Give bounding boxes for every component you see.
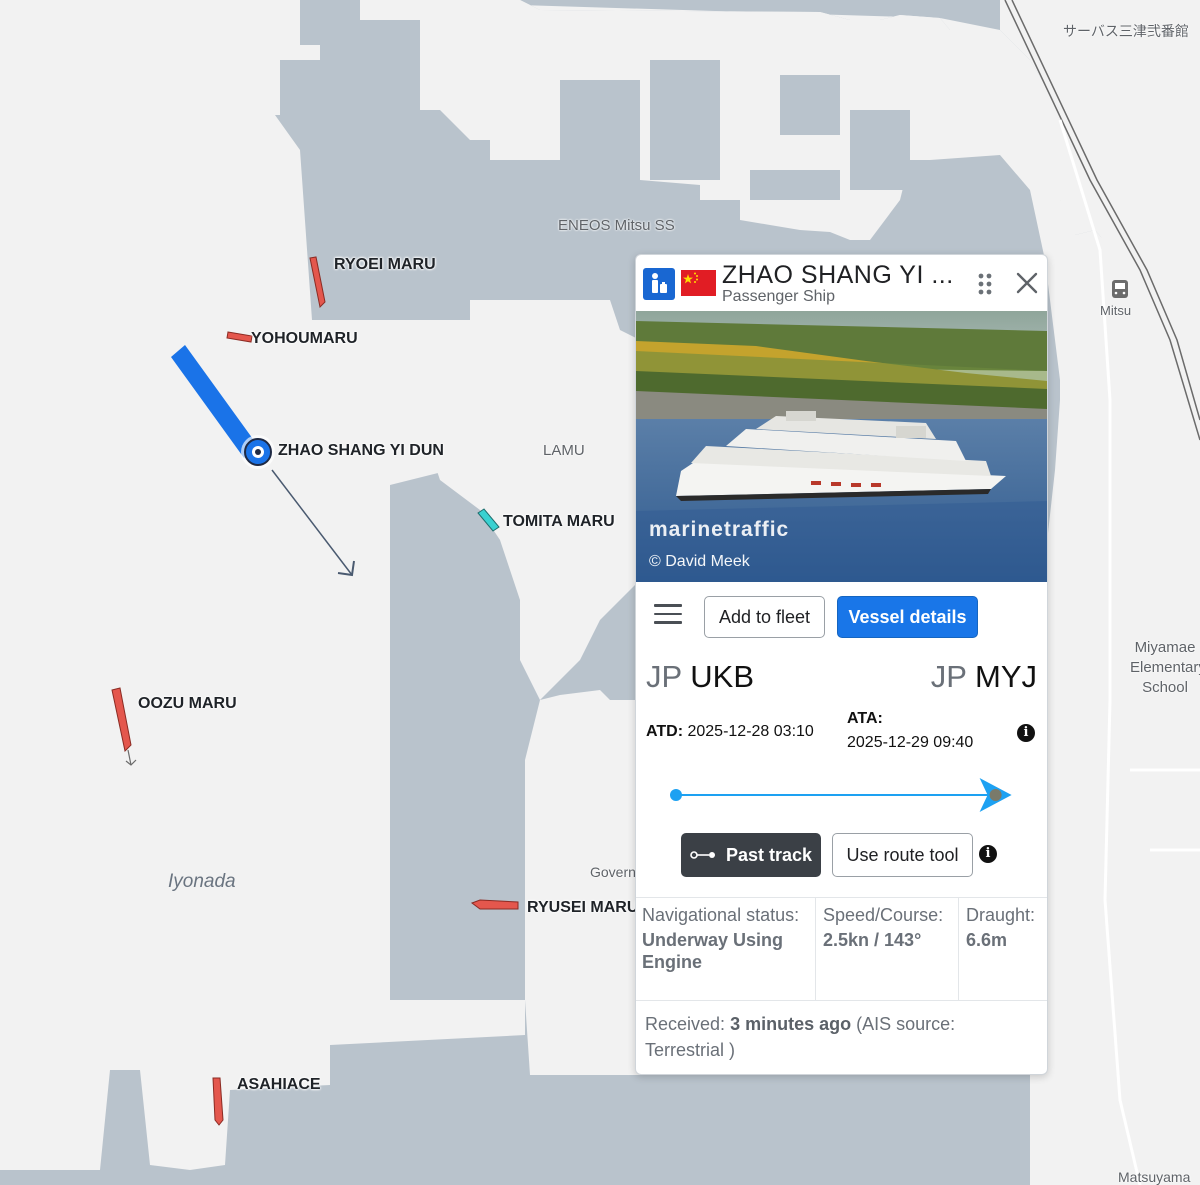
atd-label: ATD: xyxy=(646,723,684,740)
vessel-details-button[interactable]: Vessel details xyxy=(837,596,978,638)
speed-course-value: 2.5kn / 143° xyxy=(823,930,922,950)
popup-header: ZHAO SHANG YI ... Passenger Ship xyxy=(636,255,1047,311)
menu-icon[interactable] xyxy=(654,604,682,626)
ata-row: ATA: 2025-12-29 09:40 xyxy=(847,710,973,752)
place-label-govern: Govern xyxy=(590,864,636,880)
voyage-progress xyxy=(670,778,1012,812)
speed-course-cell: Speed/Course: 2.5kn / 143° xyxy=(823,898,958,1000)
nav-status-label: Navigational status: xyxy=(642,905,800,925)
arrival-port[interactable]: JP MYJ xyxy=(931,659,1037,695)
close-icon[interactable] xyxy=(1015,271,1039,295)
track-icon xyxy=(690,845,716,866)
origin-dot xyxy=(670,789,682,801)
add-to-fleet-button[interactable]: Add to fleet xyxy=(704,596,825,638)
past-track-label: Past track xyxy=(725,844,813,865)
train-station-icon[interactable] xyxy=(1112,280,1128,298)
place-label-lamu: LAMU xyxy=(543,442,585,459)
place-label-matsuyama: Matsuyama xyxy=(1118,1169,1191,1185)
departure-code: UKB xyxy=(690,659,754,694)
speed-course-label: Speed/Course: xyxy=(823,905,944,925)
draught-cell: Draught: 6.6m xyxy=(966,898,1046,1000)
place-label-station: Mitsu xyxy=(1100,303,1132,318)
china-flag xyxy=(681,270,716,296)
place-label-eneos: ENEOS Mitsu SS xyxy=(558,217,675,234)
photo-watermark: marinetraffic xyxy=(649,518,790,541)
draught-label: Draught: xyxy=(966,905,1036,925)
action-row: Add to fleet Vessel details xyxy=(636,582,1047,648)
received-info: Received: 3 minutes ago (AIS source: Ter… xyxy=(645,1011,1025,1063)
departure-port[interactable]: JP UKB xyxy=(646,659,754,695)
ship-label-asahiace[interactable]: ASAHIACE xyxy=(237,1076,321,1094)
info-icon[interactable]: i xyxy=(1017,724,1035,742)
vessel-photo[interactable]: marinetraffic © David Meek xyxy=(636,311,1047,582)
place-label-service: サーバス三津弐番館 xyxy=(1063,24,1189,40)
departure-country: JP xyxy=(646,659,682,694)
ship-label-tomita[interactable]: TOMITA MARU xyxy=(503,513,615,531)
ship-label-zhao[interactable]: ZHAO SHANG YI DUN xyxy=(278,442,444,460)
photo-credit: © David Meek xyxy=(649,553,750,570)
arrival-country: JP xyxy=(930,659,967,694)
ship-label-ryoei[interactable]: RYOEI MARU xyxy=(334,256,436,274)
route-tool-button[interactable]: Use route tool xyxy=(832,833,973,877)
nav-status-value: Underway Using Engine xyxy=(642,930,784,972)
ata-label: ATA: xyxy=(847,710,883,727)
nav-status-cell: Navigational status: Underway Using Engi… xyxy=(642,898,812,1000)
place-label-school: Miyamae Elementary School xyxy=(1130,639,1200,696)
ship-label-oozu[interactable]: OOZU MARU xyxy=(138,695,237,713)
draught-value: 6.6m xyxy=(966,930,1008,950)
ship-marker-ryusei[interactable] xyxy=(470,899,519,910)
atd-row: ATD: 2025-12-28 03:10 xyxy=(646,723,814,741)
vessel-type: Passenger Ship xyxy=(722,288,835,305)
route-info-icon[interactable]: i xyxy=(979,845,997,863)
vessel-stats: Navigational status: Underway Using Engi… xyxy=(636,897,1047,1001)
drag-handle-icon[interactable] xyxy=(976,272,994,296)
passenger-icon xyxy=(643,268,675,300)
vessel-name: ZHAO SHANG YI ... xyxy=(722,261,954,289)
past-track-button[interactable]: Past track xyxy=(681,833,821,877)
received-value: 3 minutes ago xyxy=(730,1014,852,1034)
ata-value: 2025-12-29 09:40 xyxy=(847,734,974,751)
vessel-popup: ZHAO SHANG YI ... Passenger Ship marinet… xyxy=(635,254,1048,1075)
ship-label-yohoumaru[interactable]: YOHOUMARU xyxy=(251,330,358,348)
sea-label-iyonada: Iyonada xyxy=(168,871,236,892)
received-prefix: Received: xyxy=(645,1014,726,1034)
ship-label-ryusei[interactable]: RYUSEI MARU xyxy=(527,899,638,917)
arrival-code: MYJ xyxy=(975,659,1037,694)
atd-value: 2025-12-28 03:10 xyxy=(687,723,814,740)
